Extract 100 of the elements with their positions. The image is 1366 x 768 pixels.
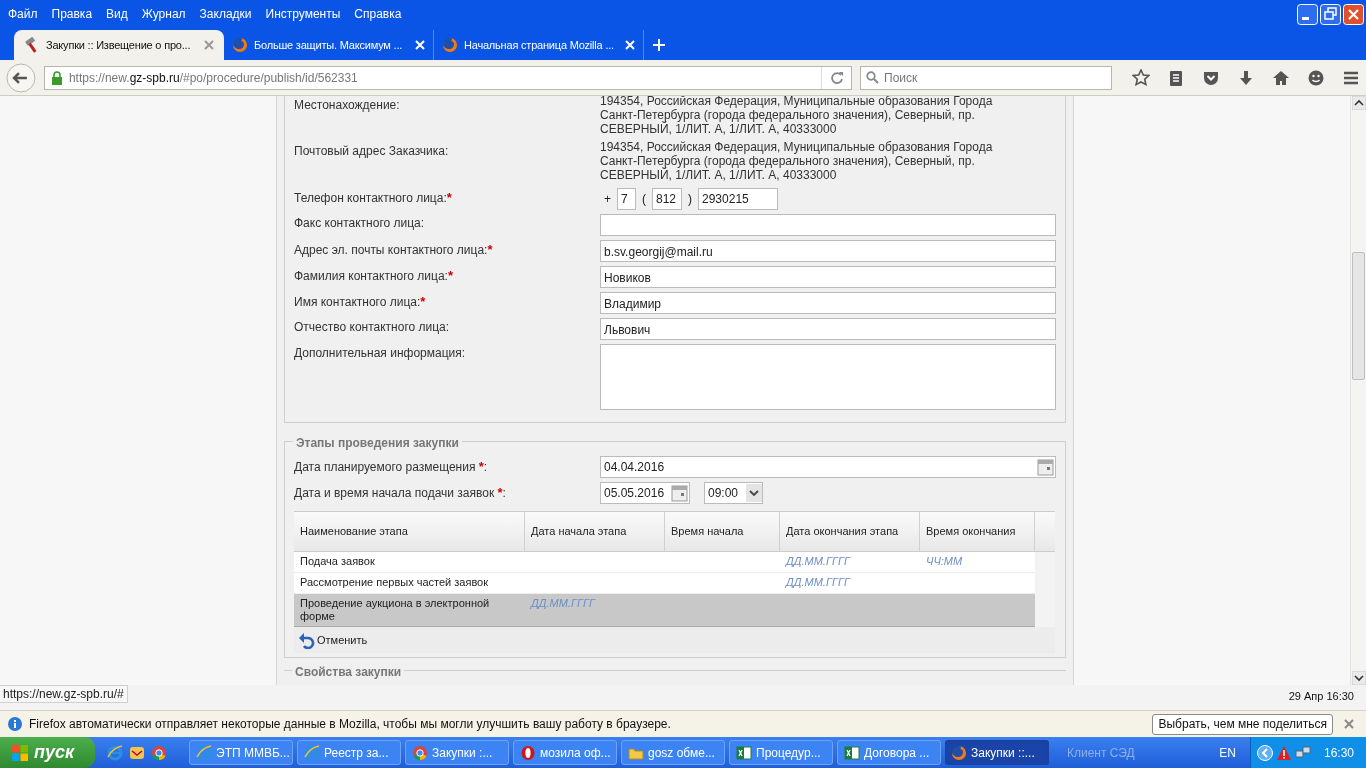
column-header: Время окончания (920, 512, 1035, 551)
menu-item[interactable]: Справка (354, 5, 402, 23)
taskbar-button[interactable]: Реестр за... (297, 740, 401, 765)
menu-item[interactable]: Правка (51, 5, 93, 23)
field-label: Местонахождение: (294, 97, 401, 114)
ie-icon (196, 744, 212, 761)
calendar-icon[interactable] (671, 484, 688, 502)
menu-item[interactable]: Вид (106, 5, 128, 23)
home-icon[interactable] (1272, 68, 1290, 87)
info-icon (8, 717, 22, 731)
bookmark-star-icon[interactable] (1132, 68, 1150, 87)
chrome-icon (412, 744, 428, 761)
back-icon[interactable] (6, 62, 36, 93)
column-header: Дата начала этапа (525, 512, 665, 551)
tab-title: Начальная страница Mozilla ... (464, 37, 615, 53)
taskbar-button[interactable]: ЭТП ММВБ... (189, 740, 293, 765)
table-row[interactable]: Рассмотрение первых частей заявок ДД.ММ.ГГГГ (294, 573, 1035, 594)
plus-sign: + (604, 191, 611, 208)
notification-text: Firefox автоматически отправляет некоторые данные в Mozilla, чтобы мы могли улучшить вашу работу в браузере. (29, 716, 672, 733)
spreadsheet-icon (736, 744, 752, 761)
network-icon[interactable] (1294, 744, 1311, 761)
taskbar-button[interactable]: Закупки :... (405, 740, 509, 765)
menu-item[interactable]: Инструменты (265, 5, 341, 23)
taskbar-button[interactable]: Закупки ::... (945, 740, 1049, 765)
bracket: ( (642, 191, 646, 208)
field-label: Фамилия контактного лица:* (294, 267, 454, 285)
spreadsheet-icon (844, 744, 860, 761)
column-header: Время начала (665, 512, 780, 551)
table-row[interactable]: Проведение аукциона в электронной форме ДД.ММ.ГГГГ (294, 594, 1035, 627)
field-label: Дата и время начала подачи заявок *: (294, 484, 507, 503)
start-button[interactable]: пуск (0, 737, 95, 768)
ie-icon (304, 744, 320, 761)
browser-tab[interactable]: Закупки :: Извещение о про... (14, 30, 224, 60)
mail-icon[interactable] (129, 744, 145, 761)
date-field[interactable]: 05.05.2016 (600, 482, 690, 504)
search-icon (866, 70, 879, 84)
field-label: Отчество контактного лица: (294, 319, 451, 336)
country-code-field[interactable]: 7 (617, 188, 636, 210)
input-field[interactable]: Владимир (600, 292, 1056, 314)
scroll-thumb[interactable] (1352, 252, 1365, 380)
minimize-icon[interactable] (1297, 3, 1318, 25)
address-text: 194354, Российская Федерация, Муниципальные образования Города Санкт-Петербурга (города федерального значения), Северный, пр. СЕВЕРНЫЙ, 1/ЛИТ. А, 1/ЛИТ. А, 40333000 (600, 96, 994, 136)
status-url: https://new.gz-spb.ru/# (0, 685, 128, 703)
smiley-icon[interactable] (1307, 68, 1325, 87)
table-row[interactable]: Подача заявок ДД.ММ.ГГГГ ЧЧ:ММ (294, 552, 1035, 573)
input-field[interactable] (600, 214, 1056, 236)
taskbar-button[interactable]: Процедур... (729, 740, 833, 765)
phone-number-field[interactable]: 2930215 (698, 188, 778, 210)
reading-list-icon[interactable] (1167, 68, 1185, 87)
calendar-icon[interactable] (1037, 458, 1054, 476)
opera-icon (520, 744, 536, 761)
url-text: https://new.gz-spb.ru/#po/procedure/publish/id/562331 (68, 69, 359, 87)
date-time: 29 Апр 16:30 (1288, 689, 1355, 704)
taskbar-button[interactable]: Договора ... (837, 740, 941, 765)
chrome-icon[interactable] (151, 744, 167, 761)
windows-logo-icon (10, 742, 30, 763)
date-field[interactable]: 04.04.2016 (600, 456, 1056, 478)
menu-item[interactable]: Журнал (141, 5, 186, 23)
restore-icon[interactable] (1320, 3, 1341, 25)
time-dropdown[interactable]: 09:00 (704, 482, 763, 504)
scroll-down-icon[interactable] (1351, 671, 1366, 685)
area-code-field[interactable]: 812 (652, 188, 682, 210)
column-header: Дата окончания этапа (780, 512, 920, 551)
tab-title: Закупки :: Извещение о про... (46, 37, 192, 53)
date-placeholder[interactable]: ЧЧ:ММ (920, 552, 1035, 572)
ie-icon[interactable] (107, 744, 123, 761)
caret-icon (746, 484, 762, 502)
reload-icon[interactable] (829, 70, 844, 85)
table-cell-text: Рассмотрение первых частей заявок (299, 575, 490, 590)
date-placeholder[interactable]: ДД.ММ.ГГГГ (780, 573, 920, 593)
share-choice-button[interactable]: Выбрать, чем мне поделиться (1152, 713, 1333, 735)
scroll-up-icon[interactable] (1351, 96, 1366, 110)
table-cell-text: Проведение аукциона в электронной форме (299, 596, 491, 624)
time-value: 09:00 (708, 485, 740, 502)
taskbar-button[interactable]: мозила оф... (513, 740, 617, 765)
field-label: Почтовый адрес Заказчика: (294, 143, 450, 160)
table-cell-text: Подача заявок (299, 554, 376, 569)
input-field[interactable]: b.sv.georgij@mail.ru (600, 240, 1056, 262)
input-field[interactable]: Новиков (600, 266, 1056, 288)
field-label: Дата планируемого размещения *: (294, 458, 489, 477)
address-bar[interactable]: https://new.gz-spb.ru/#po/procedure/publish/id/562331 (43, 65, 852, 90)
cancel-button[interactable]: Отменить (298, 631, 368, 649)
section-legend: Свойства закупки (292, 663, 405, 681)
menu-item[interactable]: Файл (8, 5, 38, 23)
menu-item[interactable]: Закладки (199, 5, 252, 23)
date-placeholder[interactable]: ДД.ММ.ГГГГ (780, 552, 920, 572)
warning-icon[interactable] (1275, 744, 1292, 761)
close-icon[interactable] (1344, 719, 1354, 729)
taskbar-button[interactable]: gosz обме... (621, 740, 725, 765)
search-field[interactable]: Поиск (860, 65, 1112, 90)
field-label: Адрес эл. почты контактного лица:* (294, 241, 494, 259)
taskbar-label: Клиент СЭД (1066, 744, 1135, 762)
date-value: 04.04.2016 (604, 459, 666, 476)
tab-title: Больше защиты. Максимум ... (254, 37, 404, 53)
firefox-icon (951, 744, 967, 761)
chevron-icon[interactable] (1256, 744, 1273, 761)
input-field[interactable]: Львович (600, 318, 1056, 340)
download-icon[interactable] (1237, 68, 1255, 87)
address-text: 194354, Российская Федерация, Муниципальные образования Города Санкт-Петербурга (города федерального значения), Северный, пр. СЕВЕРНЫЙ, 1/ЛИТ. А, 1/ЛИТ. А, 40333000 (600, 140, 994, 182)
language-indicator[interactable]: EN (1219, 743, 1250, 762)
